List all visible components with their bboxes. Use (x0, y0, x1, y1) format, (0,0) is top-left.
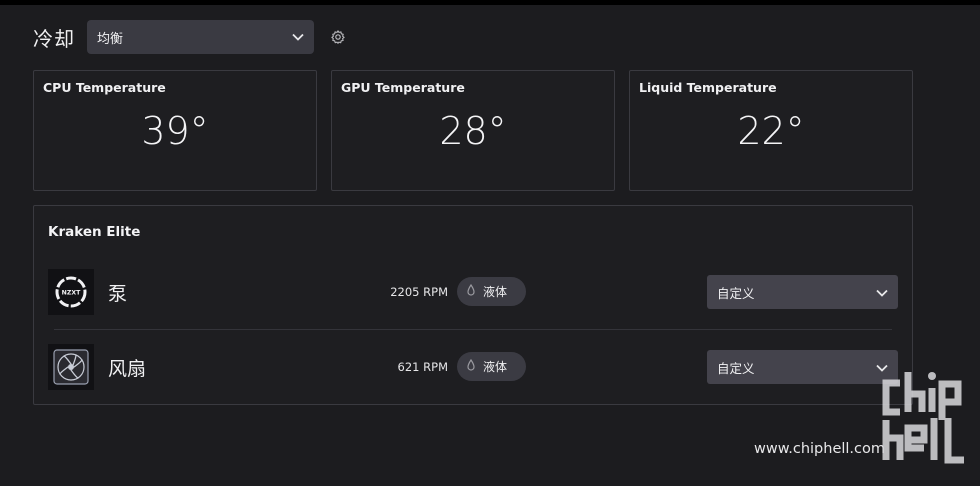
liquid-temperature-card: Liquid Temperature 22° (629, 70, 913, 191)
row-divider (54, 329, 892, 330)
liquid-temperature-value: 22° (737, 109, 805, 153)
gpu-temperature-value: 28° (439, 109, 507, 153)
fan-rpm: 621 RPM (397, 360, 448, 374)
droplet-icon (467, 358, 475, 374)
fan-icon (48, 344, 94, 390)
pump-source-label: 液体 (483, 285, 508, 299)
fan-row: 风扇 621 RPM 液体 自定义 (48, 344, 900, 390)
cooling-profile-value: 均衡 (97, 31, 124, 47)
window-top-bar (0, 0, 980, 5)
cpu-temperature-value: 39° (141, 109, 209, 153)
device-title: Kraken Elite (48, 224, 141, 240)
cooling-profile-dropdown[interactable]: 均衡 (87, 20, 314, 54)
cpu-temperature-label: CPU Temperature (43, 80, 166, 95)
fan-mode-dropdown[interactable]: 自定义 (707, 350, 898, 384)
pump-mode-value: 自定义 (717, 285, 755, 301)
device-card-kraken-elite: Kraken Elite NZXT 泵 2205 RPM 液体 自定义 风扇 6… (33, 205, 913, 405)
gear-icon[interactable] (330, 29, 346, 45)
fan-name: 风扇 (108, 358, 147, 380)
nzxt-pump-icon: NZXT (48, 269, 94, 315)
fan-mode-value: 自定义 (717, 360, 755, 376)
pump-row: NZXT 泵 2205 RPM 液体 自定义 (48, 269, 900, 315)
fan-source-button[interactable]: 液体 (457, 352, 526, 381)
nzxt-logo-text: NZXT (62, 290, 81, 297)
droplet-icon (467, 283, 475, 299)
pump-source-button[interactable]: 液体 (457, 277, 526, 306)
page-title: 冷却 (33, 26, 75, 51)
cpu-temperature-card: CPU Temperature 39° (33, 70, 317, 191)
watermark-url: www.chiphell.com (754, 441, 885, 457)
chevron-down-icon (876, 285, 888, 300)
fan-source-label: 液体 (483, 360, 508, 374)
liquid-temperature-label: Liquid Temperature (639, 80, 777, 95)
pump-rpm: 2205 RPM (390, 285, 448, 299)
chiphell-logo-icon (880, 368, 972, 478)
gpu-temperature-card: GPU Temperature 28° (331, 70, 615, 191)
pump-name: 泵 (108, 283, 128, 305)
pump-mode-dropdown[interactable]: 自定义 (707, 275, 898, 309)
cooling-header: 冷却 均衡 (33, 20, 346, 54)
gpu-temperature-label: GPU Temperature (341, 80, 465, 95)
chevron-down-icon (292, 30, 304, 45)
